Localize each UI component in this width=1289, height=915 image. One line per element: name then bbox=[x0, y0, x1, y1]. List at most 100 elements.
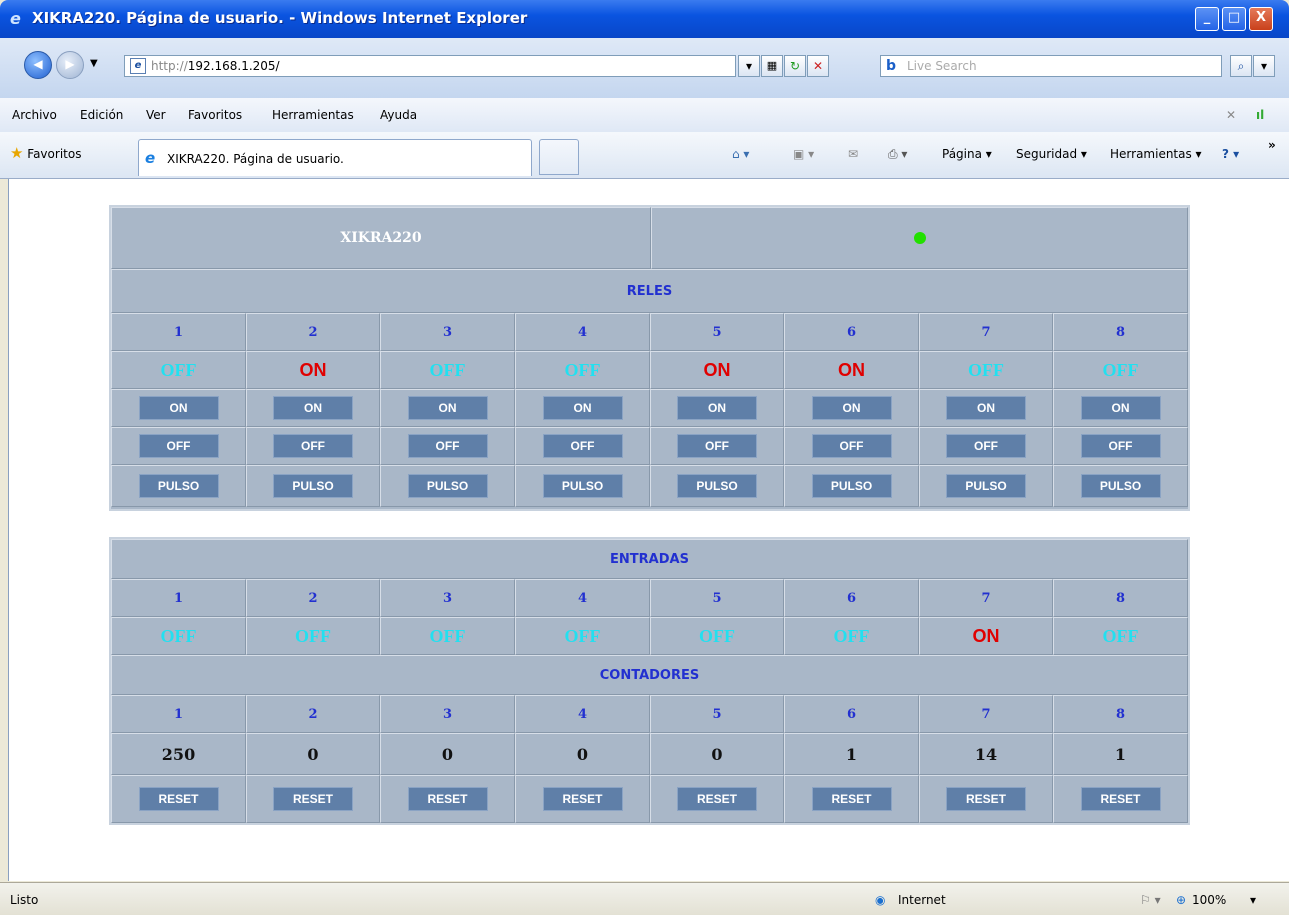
rele-off-cell: OFF bbox=[919, 427, 1053, 465]
overflow-chevron-icon[interactable]: » bbox=[1268, 138, 1276, 152]
address-input[interactable]: e http://192.168.1.205/ bbox=[124, 55, 736, 77]
rele-2-on-button[interactable]: ON bbox=[273, 396, 353, 420]
rele-5-off-button[interactable]: OFF bbox=[677, 434, 757, 458]
close-menubar-icon[interactable]: ✕ bbox=[1226, 108, 1236, 122]
home-icon[interactable]: ⌂ ▾ bbox=[732, 147, 749, 161]
entrada-number-2: 2 bbox=[308, 590, 318, 606]
contador-reset-cell: RESET bbox=[515, 775, 650, 823]
seguridad-menu[interactable]: Seguridad ▾ bbox=[1016, 147, 1087, 161]
status-led-icon bbox=[913, 232, 926, 244]
contador-4-reset-button[interactable]: RESET bbox=[542, 787, 623, 811]
protected-mode-icon[interactable]: ⚐ ▾ bbox=[1140, 893, 1161, 907]
rele-5-on-button[interactable]: ON bbox=[677, 396, 757, 420]
rele-2-off-button[interactable]: OFF bbox=[273, 434, 353, 458]
status-led-cell bbox=[651, 207, 1188, 269]
browser-tab[interactable]: e XIKRA220. Página de usuario. bbox=[138, 139, 532, 176]
contador-value-cell: 0 bbox=[515, 733, 650, 775]
menu-ver[interactable]: Ver bbox=[146, 108, 166, 122]
rele-on-cell: ON bbox=[1053, 389, 1188, 427]
tab-title: XIKRA220. Página de usuario. bbox=[167, 152, 344, 166]
rele-pulse-cell: PULSO bbox=[1053, 465, 1188, 507]
rele-8-pulso-button[interactable]: PULSO bbox=[1080, 474, 1161, 498]
rele-1-off-button[interactable]: OFF bbox=[138, 434, 219, 458]
rele-3-on-button[interactable]: ON bbox=[407, 396, 488, 420]
tab-ie-icon: e bbox=[145, 149, 156, 167]
entrada-state-4: OFF bbox=[564, 625, 601, 646]
menu-edicion[interactable]: Edición bbox=[80, 108, 123, 122]
menu-favoritos[interactable]: Favoritos bbox=[188, 108, 242, 122]
herramientas-menu[interactable]: Herramientas ▾ bbox=[1110, 147, 1202, 161]
mail-icon[interactable]: ✉ bbox=[848, 147, 858, 161]
contador-5-reset-button[interactable]: RESET bbox=[677, 787, 757, 811]
rele-4-on-button[interactable]: ON bbox=[542, 396, 623, 420]
help-icon[interactable]: ? ▾ bbox=[1222, 147, 1239, 161]
rele-on-cell: ON bbox=[246, 389, 380, 427]
new-tab-button[interactable] bbox=[539, 139, 579, 175]
forward-button[interactable]: ▶ bbox=[56, 51, 84, 79]
favorites-button[interactable]: ★ Favoritos bbox=[10, 144, 81, 162]
pagina-menu[interactable]: Página ▾ bbox=[942, 147, 992, 161]
back-button[interactable]: ◀ bbox=[24, 51, 52, 79]
ie-logo-icon: e bbox=[10, 9, 21, 28]
rele-pulse-cell: PULSO bbox=[919, 465, 1053, 507]
contador-value-6: 1 bbox=[845, 744, 858, 764]
menu-herramientas[interactable]: Herramientas bbox=[272, 108, 354, 122]
contador-7-reset-button[interactable]: RESET bbox=[946, 787, 1026, 811]
rele-1-on-button[interactable]: ON bbox=[138, 396, 219, 420]
rele-4-pulso-button[interactable]: PULSO bbox=[542, 474, 623, 498]
rele-6-pulso-button[interactable]: PULSO bbox=[811, 474, 892, 498]
rele-7-pulso-button[interactable]: PULSO bbox=[946, 474, 1026, 498]
contador-6-reset-button[interactable]: RESET bbox=[811, 787, 892, 811]
minimize-button[interactable]: _ bbox=[1195, 7, 1219, 31]
search-options-button[interactable]: ▾ bbox=[1253, 55, 1275, 77]
contador-2-reset-button[interactable]: RESET bbox=[273, 787, 353, 811]
feeds-icon[interactable]: ▣ ▾ bbox=[793, 147, 814, 161]
menu-archivo[interactable]: Archivo bbox=[12, 108, 57, 122]
close-button[interactable]: X bbox=[1249, 7, 1273, 31]
stop-icon[interactable]: ✕ bbox=[807, 55, 829, 77]
rele-2-pulso-button[interactable]: PULSO bbox=[273, 474, 353, 498]
rele-state-cell: OFF bbox=[515, 351, 650, 389]
entrada-state-1: OFF bbox=[160, 625, 197, 646]
rele-8-off-button[interactable]: OFF bbox=[1080, 434, 1161, 458]
maximize-button[interactable]: □ bbox=[1222, 7, 1246, 31]
rele-number-cell: 5 bbox=[650, 313, 784, 351]
refresh-icon[interactable]: ↻ bbox=[784, 55, 806, 77]
rele-4-off-button[interactable]: OFF bbox=[542, 434, 623, 458]
rele-1-pulso-button[interactable]: PULSO bbox=[138, 474, 219, 498]
print-icon[interactable]: ⎙ ▾ bbox=[888, 147, 907, 162]
rele-number-7: 7 bbox=[981, 324, 991, 340]
history-dropdown-icon[interactable]: ▼ bbox=[90, 58, 98, 69]
rele-state-8: OFF bbox=[1102, 359, 1139, 380]
rele-7-on-button[interactable]: ON bbox=[946, 396, 1026, 420]
contador-value-7: 14 bbox=[974, 744, 998, 764]
rele-on-cell: ON bbox=[919, 389, 1053, 427]
contador-3-reset-button[interactable]: RESET bbox=[407, 787, 488, 811]
rele-3-pulso-button[interactable]: PULSO bbox=[407, 474, 488, 498]
rele-off-cell: OFF bbox=[650, 427, 784, 465]
rele-number-cell: 6 bbox=[784, 313, 919, 351]
address-dropdown-button[interactable]: ▾ bbox=[738, 55, 760, 77]
url-prefix: http:// bbox=[151, 59, 188, 73]
search-button[interactable]: ⌕ bbox=[1230, 55, 1252, 77]
rele-state-3: OFF bbox=[429, 359, 466, 380]
compatibility-icon[interactable]: ▦ bbox=[761, 55, 783, 77]
contador-8-reset-button[interactable]: RESET bbox=[1080, 787, 1161, 811]
entrada-number-cell: 2 bbox=[246, 579, 380, 617]
rele-7-off-button[interactable]: OFF bbox=[946, 434, 1026, 458]
rele-5-pulso-button[interactable]: PULSO bbox=[677, 474, 757, 498]
contador-reset-cell: RESET bbox=[919, 775, 1053, 823]
menu-ayuda[interactable]: Ayuda bbox=[380, 108, 417, 122]
contador-reset-cell: RESET bbox=[111, 775, 246, 823]
rele-3-off-button[interactable]: OFF bbox=[407, 434, 488, 458]
zoom-level[interactable]: 100% bbox=[1192, 893, 1226, 907]
rele-6-off-button[interactable]: OFF bbox=[811, 434, 892, 458]
contador-1-reset-button[interactable]: RESET bbox=[138, 787, 219, 811]
rele-8-on-button[interactable]: ON bbox=[1080, 396, 1161, 420]
entrada-state-3: OFF bbox=[429, 625, 466, 646]
zoom-dropdown-icon[interactable]: ▾ bbox=[1250, 893, 1256, 907]
title-bar: e XIKRA220. Página de usuario. - Windows… bbox=[0, 0, 1289, 38]
rele-off-cell: OFF bbox=[1053, 427, 1188, 465]
rele-6-on-button[interactable]: ON bbox=[811, 396, 892, 420]
search-input[interactable]: b Live Search bbox=[880, 55, 1222, 77]
